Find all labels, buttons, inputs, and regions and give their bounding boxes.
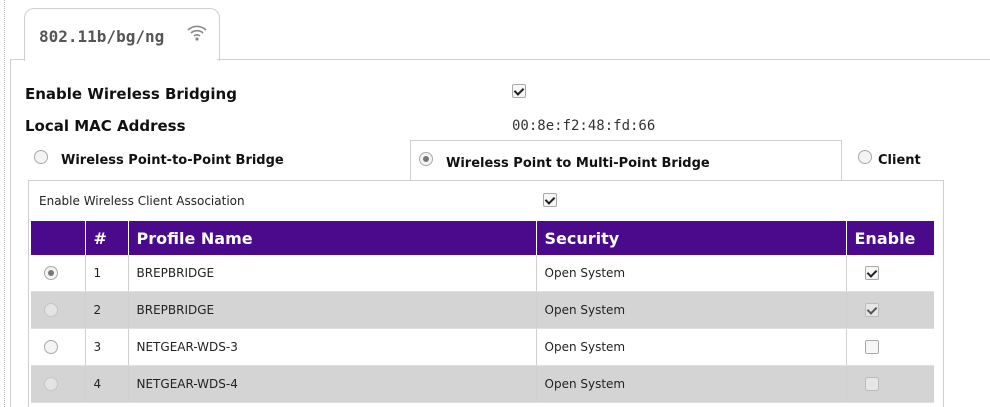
client-association-checkbox[interactable] xyxy=(543,193,557,207)
row-security: Open System xyxy=(536,255,847,292)
row-enable-checkbox[interactable] xyxy=(864,377,879,392)
point-to-multipoint-radio[interactable] xyxy=(419,152,433,166)
client-radio[interactable] xyxy=(858,150,872,164)
tab-point-to-multipoint[interactable]: Wireless Point to Multi-Point Bridge xyxy=(410,140,842,181)
row-profile-name: BREPBRIDGE xyxy=(128,255,537,292)
profile-name-column-header: Profile Name xyxy=(128,221,537,255)
mac-address-label: Local MAC Address xyxy=(25,117,186,135)
table-row[interactable]: 1 BREPBRIDGE Open System xyxy=(31,255,934,292)
band-tab-label: 802.11b/bg/ng xyxy=(39,27,165,46)
row-security: Open System xyxy=(536,328,847,366)
client-label: Client xyxy=(878,153,921,168)
tab-client[interactable]: Client xyxy=(850,140,970,180)
table-row[interactable]: 2 BREPBRIDGE Open System xyxy=(31,291,934,329)
mac-address-value: 00:8e:f2:48:fd:66 xyxy=(512,118,656,134)
security-column-header: Security xyxy=(536,221,847,255)
enable-column-header: Enable xyxy=(846,221,934,255)
profiles-table: # Profile Name Security Enable 1 BREPBRI… xyxy=(31,221,934,403)
row-enable-checkbox[interactable] xyxy=(864,303,879,318)
row-profile-name: NETGEAR-WDS-3 xyxy=(128,328,537,366)
row-profile-name: NETGEAR-WDS-4 xyxy=(128,365,537,403)
row-security: Open System xyxy=(536,365,847,403)
tab-point-to-point[interactable]: Wireless Point-to-Point Bridge xyxy=(28,140,408,180)
row-enable-checkbox[interactable] xyxy=(864,266,879,281)
tab-joint xyxy=(25,57,217,61)
row-select-radio[interactable] xyxy=(44,303,58,318)
table-row[interactable]: 4 NETGEAR-WDS-4 Open System xyxy=(31,365,934,403)
left-guide-line xyxy=(4,0,5,407)
table-row[interactable]: 3 NETGEAR-WDS-3 Open System xyxy=(31,328,934,366)
row-number: 1 xyxy=(85,255,129,292)
client-association-label: Enable Wireless Client Association xyxy=(39,194,245,208)
row-select-radio[interactable] xyxy=(44,377,58,392)
select-column-header xyxy=(31,221,86,255)
row-number: 3 xyxy=(85,328,129,366)
point-to-multipoint-label: Wireless Point to Multi-Point Bridge xyxy=(446,156,710,171)
row-number: 4 xyxy=(85,365,129,403)
row-number: 2 xyxy=(85,291,129,329)
row-select-radio[interactable] xyxy=(44,340,58,355)
band-tab[interactable]: 802.11b/bg/ng xyxy=(24,8,220,61)
panel-border-left xyxy=(10,59,11,407)
enable-bridging-checkbox[interactable] xyxy=(512,84,526,98)
point-to-point-label: Wireless Point-to-Point Bridge xyxy=(61,153,284,168)
enable-bridging-label: Enable Wireless Bridging xyxy=(25,85,237,103)
number-column-header: # xyxy=(85,221,129,255)
table-header-row: # Profile Name Security Enable xyxy=(31,221,934,255)
wifi-icon xyxy=(187,25,207,41)
row-enable-checkbox[interactable] xyxy=(864,340,879,355)
row-profile-name: BREPBRIDGE xyxy=(128,291,537,329)
row-select-radio[interactable] xyxy=(44,266,58,281)
row-security: Open System xyxy=(536,291,847,329)
point-to-point-radio[interactable] xyxy=(34,150,48,164)
